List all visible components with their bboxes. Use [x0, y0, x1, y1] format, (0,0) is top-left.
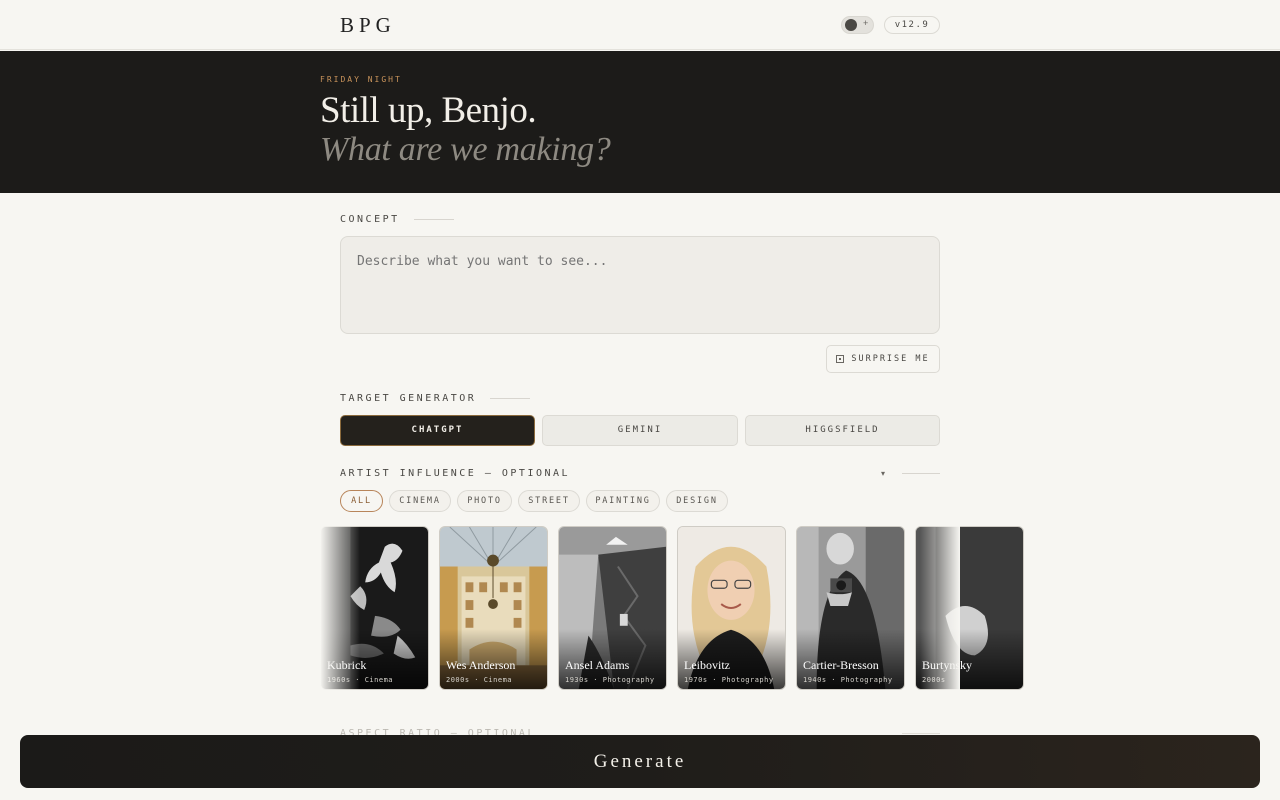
artist-card-name: Wes Anderson: [446, 658, 516, 672]
filter-chip-design[interactable]: DESIGN: [666, 490, 728, 512]
artist-card-name: Leibovitz: [684, 658, 730, 672]
artist-card-name: Cartier-Bresson: [803, 658, 879, 672]
generate-button[interactable]: Generate: [20, 735, 1260, 788]
carousel-fade-right: [920, 526, 960, 690]
divider: [902, 473, 940, 474]
target-section-label: TARGET GENERATOR: [340, 393, 531, 404]
divider: [413, 219, 454, 220]
target-label: TARGET GENERATOR: [340, 393, 477, 404]
sun-icon: +: [863, 18, 869, 28]
concept-input[interactable]: [340, 236, 940, 334]
hero-subtitle: What are we making?: [320, 131, 611, 168]
filter-chip-all[interactable]: ALL: [340, 490, 383, 512]
artist-card-meta: 1930s · Photography: [565, 676, 655, 684]
filter-chip-cinema[interactable]: CINEMA: [389, 490, 451, 512]
target-gemini-button[interactable]: GEMINI: [542, 415, 738, 446]
artist-card-meta: 1940s · Photography: [803, 676, 893, 684]
filter-chip-photo[interactable]: PHOTO: [457, 490, 512, 512]
artist-card-cartier-bresson[interactable]: Cartier-Bresson 1940s · Photography: [796, 526, 905, 690]
target-chatgpt-button[interactable]: CHATGPT: [340, 415, 535, 446]
theme-toggle[interactable]: +: [841, 16, 874, 34]
artist-card-leibovitz[interactable]: Leibovitz 1970s · Photography: [677, 526, 786, 690]
surprise-me-button[interactable]: SURPRISE ME: [826, 345, 940, 373]
artist-card-name: Ansel Adams: [565, 658, 630, 672]
hero-banner: FRIDAY NIGHT Still up, Benjo. What are w…: [0, 51, 1280, 193]
dice-icon: [836, 355, 845, 363]
surprise-me-label: SURPRISE ME: [851, 354, 930, 364]
carousel-fade-left: [320, 526, 360, 690]
artist-card-meta: 1970s · Photography: [684, 676, 774, 684]
hero-eyebrow: FRIDAY NIGHT: [320, 75, 402, 84]
hero-title: Still up, Benjo.: [320, 90, 537, 131]
artist-card-ansel-adams[interactable]: Ansel Adams 1930s · Photography: [558, 526, 667, 690]
artist-label: ARTIST INFLUENCE — OPTIONAL: [340, 468, 571, 479]
app-logo[interactable]: BPG: [340, 13, 396, 38]
chevron-down-icon[interactable]: ▾: [881, 469, 885, 478]
divider: [490, 398, 531, 399]
filter-chip-painting[interactable]: PAINTING: [586, 490, 660, 512]
artist-section-label[interactable]: ARTIST INFLUENCE — OPTIONAL: [340, 468, 570, 479]
artist-card-wes-anderson[interactable]: Wes Anderson 2000s · Cinema: [439, 526, 548, 690]
target-higgsfield-button[interactable]: HIGGSFIELD: [745, 415, 940, 446]
toggle-knob: [845, 19, 857, 31]
concept-section-label: CONCEPT: [340, 214, 454, 225]
concept-label: CONCEPT: [340, 214, 400, 225]
divider: [902, 733, 940, 734]
version-badge: v12.9: [884, 16, 940, 34]
artist-card-meta: 2000s · Cinema: [446, 676, 513, 684]
top-bar: BPG + v12.9: [0, 0, 1280, 50]
filter-chip-street[interactable]: STREET: [518, 490, 580, 512]
